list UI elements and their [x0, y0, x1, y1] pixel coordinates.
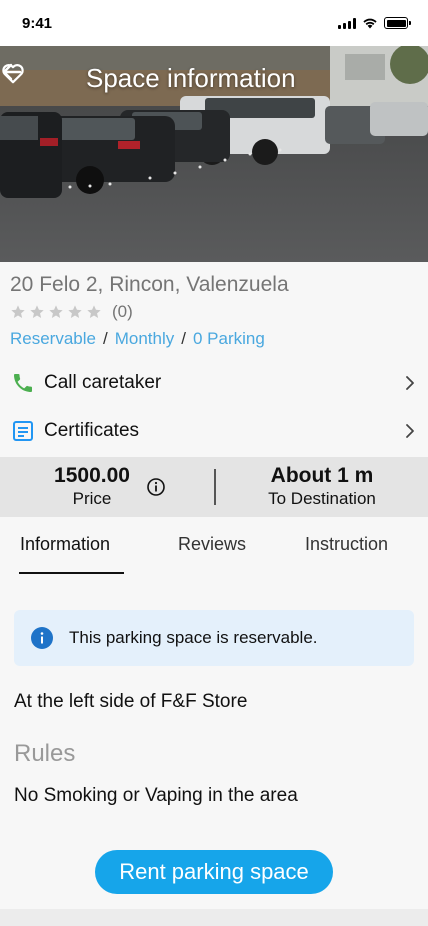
chevron-right-icon [406, 424, 414, 438]
bottom-edge [0, 909, 428, 926]
star-icon [49, 305, 63, 318]
status-icons [338, 17, 411, 29]
battery-icon [384, 17, 411, 29]
certificates-row[interactable]: Certificates [0, 408, 428, 454]
rating: (0) [10, 302, 133, 322]
rules-heading: Rules [14, 740, 76, 767]
parking-space-photo: Space information [0, 46, 428, 262]
distance-stat: About 1 m To Destination [216, 457, 428, 517]
space-tags: Reservable / Monthly / 0 Parking [10, 329, 265, 349]
star-icon [11, 305, 25, 318]
tag-separator: / [103, 329, 108, 348]
certificate-icon [13, 421, 33, 441]
cellular-signal-icon [338, 17, 356, 29]
star-icon [87, 305, 101, 318]
call-caretaker-row[interactable]: Call caretaker [0, 360, 428, 406]
phone-icon [14, 374, 32, 392]
rating-count: (0) [112, 302, 133, 321]
tag-reservable[interactable]: Reservable [10, 329, 96, 349]
active-tab-indicator [19, 572, 124, 574]
wifi-icon [363, 18, 377, 29]
distance-value: About 1 m [270, 464, 374, 487]
heart-outline-icon[interactable] [0, 60, 26, 86]
tag-separator: / [181, 329, 186, 348]
tag-parking-count[interactable]: 0 Parking [193, 329, 265, 349]
distance-label: To Destination [268, 489, 376, 508]
star-icon [68, 305, 82, 318]
location-description: At the left side of F&F Store [14, 691, 248, 712]
tab-information[interactable]: Information [20, 534, 110, 555]
rent-parking-space-button[interactable]: Rent parking space [95, 850, 333, 894]
info-filled-icon [31, 627, 53, 649]
info-circle-icon[interactable] [146, 477, 166, 497]
tab-bar: Information Reviews Instruction [0, 517, 428, 577]
notice-text: This parking space is reservable. [69, 628, 318, 647]
star-icon [30, 305, 44, 318]
header-bar: Space information [0, 60, 428, 96]
chevron-right-icon [406, 376, 414, 390]
tab-instruction[interactable]: Instruction [305, 534, 388, 555]
certificates-label: Certificates [44, 420, 140, 441]
tag-monthly[interactable]: Monthly [115, 329, 175, 349]
tab-reviews[interactable]: Reviews [178, 534, 246, 555]
status-time: 9:41 [22, 14, 53, 32]
information-panel: This parking space is reservable. At the… [0, 577, 428, 917]
page-title: Space information [86, 63, 296, 93]
space-address: 20 Felo 2, Rincon, Valenzuela [10, 273, 289, 296]
status-bar: 9:41 [0, 0, 428, 46]
reservable-notice: This parking space is reservable. [14, 610, 414, 666]
call-caretaker-label: Call caretaker [44, 372, 162, 393]
stats-bar: 1500.00 Price About 1 m To Destination [0, 457, 428, 517]
space-details: 20 Felo 2, Rincon, Valenzuela (0) Reserv… [0, 262, 428, 457]
rules-text: No Smoking or Vaping in the area [14, 785, 298, 806]
